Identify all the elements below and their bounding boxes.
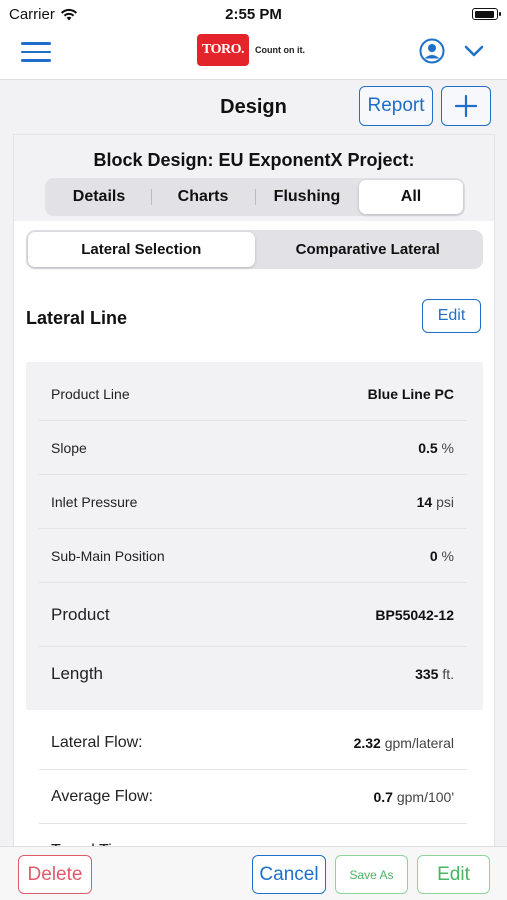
tab-lateral-selection[interactable]: Lateral Selection: [28, 232, 255, 267]
tab-details[interactable]: Details: [47, 180, 151, 214]
result-row: Lateral Flow: 2.32 gpm/lateral: [39, 716, 467, 770]
app-header: TORO. Count on it.: [0, 28, 507, 80]
result-value: 2.32 gpm/lateral: [353, 734, 454, 751]
cancel-button[interactable]: Cancel: [252, 855, 326, 894]
logo-brand: TORO.: [197, 34, 249, 66]
lateral-properties: Product Line Blue Line PC Slope 0.5 % In…: [26, 362, 483, 710]
chevron-down-icon[interactable]: [463, 40, 485, 62]
status-bar: Carrier 2:55 PM: [0, 0, 507, 28]
report-button[interactable]: Report: [359, 86, 433, 126]
bottom-toolbar: Delete Cancel Save As Edit: [0, 846, 507, 900]
add-button[interactable]: [441, 86, 491, 126]
tab-all[interactable]: All: [359, 180, 463, 214]
property-label: Product Line: [51, 385, 130, 402]
title-bar: Design Report: [0, 80, 507, 134]
property-label: Length: [51, 664, 103, 683]
lateral-subtabs: Lateral Selection Comparative Lateral: [26, 230, 483, 269]
property-label: Product: [51, 604, 110, 624]
property-label: Slope: [51, 439, 87, 456]
tab-charts[interactable]: Charts: [151, 180, 255, 214]
toro-logo: TORO. Count on it.: [197, 34, 305, 66]
card-header: Block Design: EU ExponentX Project: Deta…: [14, 135, 494, 221]
clock: 2:55 PM: [225, 6, 282, 23]
result-row: Average Flow: 0.7 gpm/100': [39, 770, 467, 824]
property-value: BP55042-12: [375, 606, 454, 623]
delete-button[interactable]: Delete: [18, 855, 92, 894]
battery-icon: [472, 8, 501, 20]
menu-icon[interactable]: [21, 42, 51, 64]
tab-comparative-lateral[interactable]: Comparative Lateral: [255, 232, 482, 267]
property-value: Blue Line PC: [367, 385, 454, 402]
property-label: Inlet Pressure: [51, 493, 138, 510]
property-row: Length 335 ft.: [39, 647, 467, 701]
property-row: Product Line Blue Line PC: [39, 367, 467, 421]
edit-button[interactable]: Edit: [417, 855, 490, 894]
property-row: Sub-Main Position 0 %: [39, 529, 467, 583]
block-design-card: Block Design: EU ExponentX Project: Deta…: [13, 134, 495, 900]
plus-icon: [454, 94, 478, 118]
logo-tagline: Count on it.: [254, 45, 305, 55]
result-value: 0.7 gpm/100': [373, 788, 454, 805]
property-row: Inlet Pressure 14 psi: [39, 475, 467, 529]
result-label: Lateral Flow:: [51, 733, 143, 751]
property-row: Slope 0.5 %: [39, 421, 467, 475]
property-value: 335 ft.: [415, 666, 454, 682]
property-value: 0 %: [429, 547, 454, 564]
tab-flushing[interactable]: Flushing: [255, 180, 359, 214]
edit-lateral-button[interactable]: Edit: [422, 299, 481, 333]
property-row: Product BP55042-12: [39, 583, 467, 647]
property-value: 0.5 %: [418, 439, 454, 456]
view-tabs: Details Charts Flushing All: [45, 178, 465, 216]
property-value: 14 psi: [416, 493, 454, 510]
result-label: Average Flow:: [51, 787, 153, 805]
user-account-icon[interactable]: [419, 38, 445, 64]
property-label: Sub-Main Position: [51, 547, 165, 564]
section-title: Lateral Line: [26, 308, 128, 328]
block-design-title: Block Design: EU ExponentX Project:: [93, 150, 415, 170]
save-as-button[interactable]: Save As: [335, 855, 408, 894]
